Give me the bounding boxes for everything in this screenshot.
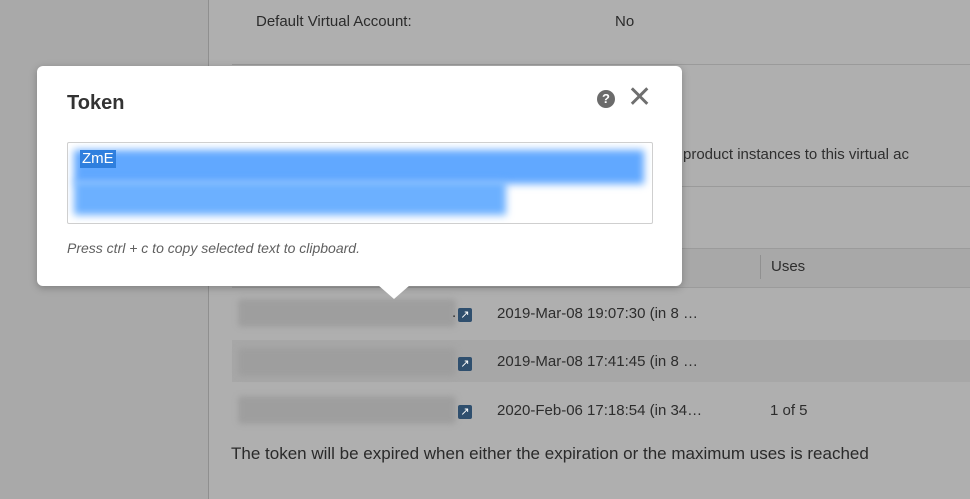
redacted-token-cell <box>238 348 456 376</box>
token-dialog: Token ? ✕ ZmE Press ctrl + c to copy sel… <box>37 66 682 299</box>
default-virtual-account-label: Default Virtual Account: <box>256 13 412 30</box>
expiration-cell: 2019-Mar-08 19:07:30 (in 8 … <box>497 305 698 322</box>
external-link-icon[interactable]: ↗ <box>458 405 472 419</box>
default-virtual-account-value: No <box>615 13 635 30</box>
column-header-uses[interactable]: Uses <box>771 258 805 275</box>
expiration-note: The token will be expired when either th… <box>231 444 869 463</box>
question-circle-icon[interactable]: ? <box>597 90 615 108</box>
redacted-token-line <box>74 150 644 184</box>
redacted-token-line <box>74 181 506 215</box>
token-textarea[interactable]: ZmE <box>67 142 653 224</box>
token-selected-text: ZmE <box>80 150 116 168</box>
description-text: w product instances to this virtual ac <box>668 146 909 163</box>
external-link-icon[interactable]: ↗ <box>458 308 472 322</box>
uses-cell: 1 of 5 <box>770 402 808 419</box>
divider <box>232 64 970 65</box>
redacted-token-cell <box>238 299 456 327</box>
truncation-dot: . <box>452 304 457 321</box>
popover-arrow <box>378 285 410 299</box>
redacted-token-cell <box>238 396 456 424</box>
expiration-cell: 2019-Mar-08 17:41:45 (in 8 … <box>497 353 698 370</box>
copy-hint: Press ctrl + c to copy selected text to … <box>67 240 360 256</box>
column-separator <box>760 255 761 279</box>
external-link-icon[interactable]: ↗ <box>458 357 472 371</box>
dialog-title: Token <box>67 92 125 114</box>
close-icon[interactable]: ✕ <box>627 83 652 113</box>
expiration-cell: 2020-Feb-06 17:18:54 (in 34… <box>497 402 703 419</box>
